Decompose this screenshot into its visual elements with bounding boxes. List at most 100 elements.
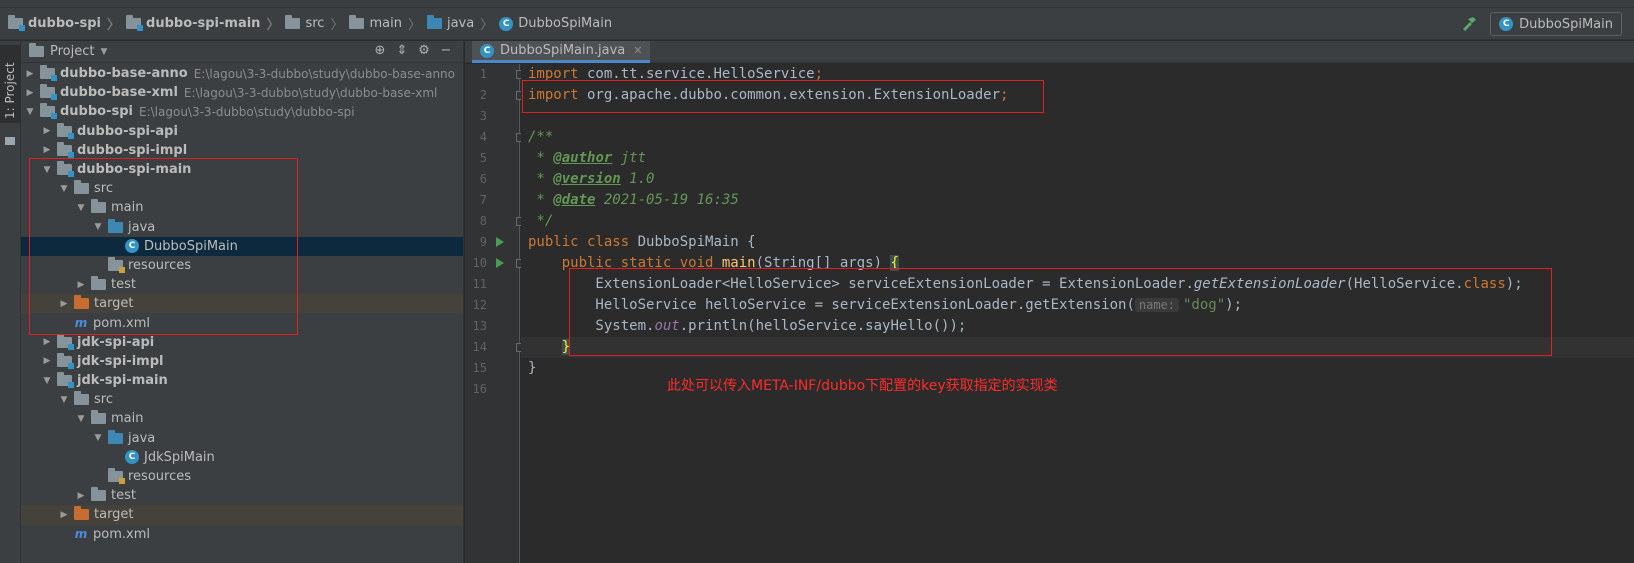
chevron-down-icon[interactable]: ▼: [58, 395, 70, 405]
tree-node[interactable]: ▶resources: [21, 467, 463, 486]
tree-node-label: jdk-spi-impl: [77, 353, 164, 369]
breadcrumb-item[interactable]: src 〉: [285, 14, 343, 33]
run-gutter-icon[interactable]: [496, 237, 504, 247]
project-tool-tab[interactable]: 1: Project: [0, 45, 21, 123]
breadcrumb-item[interactable]: main 〉: [349, 14, 421, 33]
tree-node[interactable]: ▼ dubbo-spi E:\lagou\3-3-dubbo\study\dubbo…: [21, 102, 463, 121]
chevron-down-icon[interactable]: ▼: [92, 433, 104, 443]
breadcrumb-label: dubbo-spi: [28, 16, 101, 31]
collapse-all-icon[interactable]: ⇕: [391, 43, 413, 58]
menu-bar[interactable]: [0, 0, 1634, 8]
tree-node[interactable]: ▶resources: [21, 256, 463, 275]
editor-tab[interactable]: C DubboSpiMain.java ✕: [472, 41, 651, 63]
chevron-down-icon[interactable]: ▼: [41, 376, 53, 386]
chevron-right-icon[interactable]: ▶: [41, 337, 53, 347]
tree-node[interactable]: ▶CDubboSpiMain: [21, 236, 463, 256]
breadcrumb-separator-icon: 〉: [330, 18, 344, 33]
project-tree: ▶ dubbo-base-anno E:\lagou\3-3-dubbo\study…: [21, 64, 463, 544]
chevron-right-icon[interactable]: ▶: [41, 356, 53, 366]
code-editor[interactable]: import com.tt.service.HelloService; impo…: [521, 64, 1634, 563]
breadcrumb-item[interactable]: java 〉: [426, 14, 493, 33]
tree-node-label: src: [94, 181, 113, 197]
module-folder-icon: [57, 352, 74, 369]
chevron-down-icon[interactable]: ▼: [75, 203, 87, 213]
tree-node[interactable]: ▼ main: [21, 198, 463, 217]
module-folder-icon: [126, 15, 144, 31]
minimize-icon[interactable]: −: [435, 43, 457, 58]
breadcrumb-item[interactable]: dubbo-spi-main 〉: [126, 14, 279, 33]
module-folder-icon: [40, 84, 57, 101]
tree-node[interactable]: ▶ dubbo-spi-impl: [21, 141, 463, 160]
chevron-right-icon[interactable]: ▶: [58, 510, 70, 520]
chevron-right-icon[interactable]: ▶: [75, 491, 87, 501]
chevron-down-icon[interactable]: ▼: [75, 414, 87, 424]
tree-node-label: jdk-spi-api: [77, 334, 155, 350]
chevron-down-icon[interactable]: ▼: [24, 107, 36, 117]
tree-node-label: java: [128, 430, 156, 446]
editor-tab-label: DubboSpiMain.java: [500, 43, 626, 58]
breadcrumb-item[interactable]: C DubboSpiMain: [499, 16, 612, 31]
code-line-10: public static void main(String[] args) {: [528, 255, 899, 271]
tree-node[interactable]: ▶mpom.xml: [21, 313, 463, 332]
tree-node[interactable]: ▶ target: [21, 294, 463, 314]
run-gutter-icon[interactable]: [496, 258, 504, 268]
project-panel-title[interactable]: Project: [50, 44, 94, 59]
run-configuration-select[interactable]: C DubboSpiMain: [1490, 12, 1622, 36]
module-folder-icon: [8, 15, 25, 31]
breadcrumb-label: main: [369, 16, 402, 31]
line-number: 3: [479, 109, 487, 123]
tree-node[interactable]: ▼ src: [21, 390, 463, 409]
tree-node[interactable]: ▶ jdk-spi-impl: [21, 352, 463, 371]
tree-node[interactable]: ▶ jdk-spi-api: [21, 333, 463, 352]
chevron-down-icon[interactable]: ▼: [58, 184, 70, 194]
breadcrumb-item[interactable]: dubbo-spi 〉: [8, 14, 120, 33]
tree-node[interactable]: ▼ java: [21, 429, 463, 448]
tree-node[interactable]: ▶ dubbo-spi-api: [21, 122, 463, 141]
tree-node-path: E:\lagou\3-3-dubbo\study\dubbo-spi: [139, 104, 355, 119]
tree-node[interactable]: ▶CJdkSpiMain: [21, 448, 463, 467]
tree-node-label: dubbo-spi-impl: [77, 142, 188, 158]
line-number: 4: [479, 130, 487, 144]
current-line-highlight: [521, 337, 1634, 358]
class-icon: C: [1499, 17, 1514, 31]
tree-node[interactable]: ▶mpom.xml: [21, 525, 463, 544]
code-line-8: */: [528, 213, 554, 229]
chevron-right-icon[interactable]: ▶: [24, 88, 36, 98]
tree-node[interactable]: ▶ dubbo-base-xml E:\lagou\3-3-dubbo\study\…: [21, 83, 463, 102]
build-hammer-icon[interactable]: [1460, 15, 1478, 33]
tree-node[interactable]: ▶ test: [21, 486, 463, 505]
close-icon[interactable]: ✕: [633, 44, 642, 57]
tree-node[interactable]: ▼ java: [21, 218, 463, 237]
chevron-right-icon[interactable]: ▶: [58, 299, 70, 309]
tree-node[interactable]: ▶ dubbo-base-anno E:\lagou\3-3-dubbo\study…: [21, 64, 463, 83]
tree-node[interactable]: ▼ main: [21, 409, 463, 428]
tree-node[interactable]: ▼ jdk-spi-main: [21, 371, 463, 390]
project-tool-folder-icon: [5, 137, 15, 145]
tree-node-label: dubbo-spi-main: [77, 162, 192, 178]
chevron-down-icon[interactable]: ▼: [41, 165, 53, 175]
breadcrumb-separator-icon: 〉: [266, 18, 280, 33]
tree-node[interactable]: ▶ test: [21, 275, 463, 294]
tree-node[interactable]: ▼ dubbo-spi-main: [21, 160, 463, 179]
breadcrumb-separator-icon: 〉: [407, 18, 421, 33]
code-line-6: * @version 1.0: [528, 171, 655, 187]
tree-node[interactable]: ▶ target: [21, 505, 463, 525]
chevron-down-icon[interactable]: ▼: [92, 222, 104, 232]
locate-target-icon[interactable]: ⊕: [369, 43, 391, 58]
chevron-down-icon[interactable]: ▼: [100, 47, 107, 57]
tree-node-label: DubboSpiMain: [144, 238, 238, 254]
run-configuration-label: DubboSpiMain: [1519, 16, 1613, 32]
tree-node[interactable]: ▼ src: [21, 179, 463, 198]
module-folder-icon: [57, 333, 74, 350]
folder-icon: [91, 487, 106, 502]
chevron-right-icon[interactable]: ▶: [75, 280, 87, 290]
chevron-right-icon[interactable]: ▶: [41, 145, 53, 155]
chevron-right-icon[interactable]: ▶: [41, 126, 53, 136]
left-tool-stripe: 1: Project: [0, 41, 21, 563]
tree-node-label: pom.xml: [93, 315, 150, 331]
breadcrumb-label: dubbo-spi-main: [146, 16, 261, 31]
chevron-right-icon[interactable]: ▶: [24, 69, 36, 79]
gear-icon[interactable]: ⚙: [413, 43, 435, 58]
tree-node-label: resources: [128, 257, 192, 273]
breadcrumb-label: DubboSpiMain: [518, 16, 613, 31]
